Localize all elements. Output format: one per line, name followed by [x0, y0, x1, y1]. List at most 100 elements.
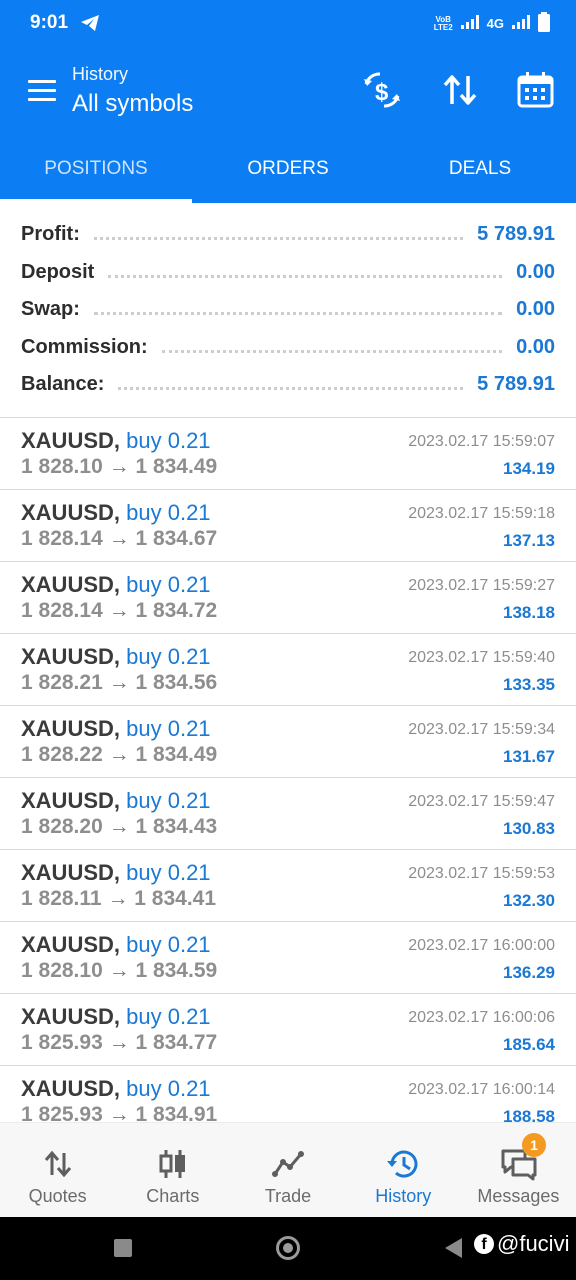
- deal-open-price: 1 828.10: [21, 455, 103, 478]
- nav-charts[interactable]: Charts: [115, 1123, 230, 1218]
- deal-symbol: XAUUSD,: [21, 1004, 121, 1029]
- deal-row[interactable]: XAUUSD, buy 0.21 1 828.11 → 1 834.41 202…: [0, 850, 576, 922]
- summary-row-swap: Swap: 0.00: [0, 291, 576, 329]
- status-time: 9:01: [30, 12, 69, 33]
- dotted-leader: [108, 267, 503, 278]
- arrow-right-icon: →: [108, 1031, 130, 1054]
- signal-icon-2: [512, 15, 530, 32]
- arrow-right-icon: →: [108, 455, 130, 478]
- summary-row-deposit: Deposit 0.00: [0, 254, 576, 292]
- deal-symbol: XAUUSD,: [21, 716, 121, 741]
- deal-prices: 1 828.14 → 1 834.67: [21, 527, 217, 551]
- facebook-icon: f: [474, 1234, 494, 1254]
- deal-row[interactable]: XAUUSD, buy 0.21 1 828.20 → 1 834.43 202…: [0, 778, 576, 850]
- deal-prices: 1 828.10 → 1 834.49: [21, 455, 217, 479]
- quotes-icon: [41, 1147, 75, 1181]
- menu-icon[interactable]: [28, 80, 56, 102]
- summary-row-commission: Commission: 0.00: [0, 329, 576, 367]
- deal-row[interactable]: XAUUSD, buy 0.21 1 828.10 → 1 834.59 202…: [0, 922, 576, 994]
- deal-action: buy 0.21: [126, 1004, 211, 1029]
- signal-icon: [460, 15, 479, 32]
- deal-profit: 131.67: [503, 747, 555, 766]
- sort-icon[interactable]: [440, 70, 480, 110]
- deal-open-price: 1 828.10: [21, 959, 103, 982]
- tab-deals[interactable]: DEALS: [384, 148, 576, 203]
- arrow-right-icon: →: [107, 887, 129, 910]
- deal-time: 2023.02.17 15:59:40: [408, 649, 555, 666]
- header-subtitle: History: [72, 64, 129, 84]
- arrow-right-icon: →: [108, 671, 130, 694]
- charts-icon: [156, 1147, 190, 1181]
- deal-action: buy 0.21: [126, 932, 211, 957]
- nav-quotes[interactable]: Quotes: [0, 1123, 115, 1218]
- battery-icon: [538, 12, 550, 35]
- deal-action: buy 0.21: [126, 1076, 211, 1101]
- tab-positions[interactable]: POSITIONS: [0, 148, 192, 203]
- deal-symbol-line: XAUUSD, buy 0.21: [21, 860, 211, 886]
- summary-section: Profit: 5 789.91 Deposit 0.00 Swap: 0.00…: [0, 216, 576, 404]
- messages-badge: 1: [522, 1133, 547, 1157]
- deal-profit: 185.64: [503, 1035, 555, 1054]
- app-header: 9:01 VoB LTE2 4G History All symbols $ P…: [0, 0, 576, 203]
- status-bar: 9:01 VoB LTE2 4G: [0, 0, 576, 48]
- dotted-leader: [93, 229, 464, 241]
- deal-row[interactable]: XAUUSD, buy 0.21 1 825.93 → 1 834.77 202…: [0, 994, 576, 1066]
- nav-history[interactable]: History: [346, 1123, 461, 1218]
- nav-history-label: History: [375, 1186, 432, 1206]
- deal-symbol-line: XAUUSD, buy 0.21: [21, 716, 211, 742]
- deal-close-price: 1 834.77: [135, 1031, 218, 1054]
- deal-symbol: XAUUSD,: [21, 932, 121, 957]
- deal-row[interactable]: XAUUSD, buy 0.21 1 828.22 → 1 834.49 202…: [0, 706, 576, 778]
- deal-symbol-line: XAUUSD, buy 0.21: [21, 788, 211, 814]
- deal-close-price: 1 834.49: [135, 743, 218, 766]
- deal-close-price: 1 834.67: [135, 527, 218, 550]
- deal-symbol: XAUUSD,: [21, 1076, 121, 1101]
- deal-row[interactable]: XAUUSD, buy 0.21 1 828.14 → 1 834.72 202…: [0, 562, 576, 634]
- deal-time: 2023.02.17 16:00:00: [408, 937, 555, 954]
- deal-action: buy 0.21: [126, 716, 211, 741]
- nav-charts-label: Charts: [146, 1186, 200, 1206]
- deal-profit: 133.35: [503, 675, 555, 694]
- deal-close-price: 1 834.59: [135, 959, 218, 982]
- page-title[interactable]: All symbols: [72, 90, 193, 118]
- swap-label: Swap:: [21, 298, 80, 321]
- recents-icon[interactable]: [114, 1239, 132, 1257]
- deal-row[interactable]: XAUUSD, buy 0.21 1 828.10 → 1 834.49 202…: [0, 418, 576, 490]
- deal-close-price: 1 834.41: [134, 887, 217, 910]
- dotted-leader: [161, 342, 503, 353]
- deal-time: 2023.02.17 15:59:53: [408, 865, 555, 882]
- back-icon[interactable]: [445, 1238, 462, 1258]
- home-icon[interactable]: [276, 1236, 300, 1260]
- deal-prices: 1 828.21 → 1 834.56: [21, 671, 217, 695]
- arrow-right-icon: →: [108, 815, 130, 838]
- tab-bar: POSITIONS ORDERS DEALS: [0, 148, 576, 203]
- deal-open-price: 1 828.22: [21, 743, 103, 766]
- currency-exchange-icon[interactable]: $: [362, 70, 402, 110]
- deals-list: XAUUSD, buy 0.21 1 828.10 → 1 834.49 202…: [0, 418, 576, 1138]
- deposit-label: Deposit: [21, 260, 95, 283]
- watermark-text: @fucivi: [497, 1231, 570, 1256]
- deal-row[interactable]: XAUUSD, buy 0.21 1 828.21 → 1 834.56 202…: [0, 634, 576, 706]
- summary-row-profit: Profit: 5 789.91: [0, 216, 576, 254]
- nav-messages-label: Messages: [477, 1186, 560, 1206]
- calendar-icon[interactable]: [516, 70, 556, 110]
- deal-prices: 1 828.10 → 1 834.59: [21, 959, 217, 983]
- deal-row[interactable]: XAUUSD, buy 0.21 1 828.14 → 1 834.67 202…: [0, 490, 576, 562]
- deal-time: 2023.02.17 15:59:07: [408, 433, 555, 450]
- commission-label: Commission:: [21, 335, 148, 358]
- deal-profit: 132.30: [503, 891, 555, 910]
- nav-quotes-label: Quotes: [28, 1186, 87, 1206]
- tab-orders[interactable]: ORDERS: [192, 148, 384, 203]
- telegram-icon: [80, 14, 100, 37]
- deposit-value: 0.00: [516, 260, 555, 283]
- deal-close-price: 1 834.72: [135, 599, 218, 622]
- deal-symbol: XAUUSD,: [21, 788, 121, 813]
- deal-prices: 1 828.11 → 1 834.41: [21, 887, 216, 911]
- deal-action: buy 0.21: [126, 428, 211, 453]
- deal-time: 2023.02.17 15:59:18: [408, 505, 555, 522]
- nav-trade[interactable]: Trade: [230, 1123, 345, 1218]
- deal-symbol-line: XAUUSD, buy 0.21: [21, 1004, 211, 1030]
- nav-messages[interactable]: 1 Messages: [461, 1123, 576, 1218]
- deal-profit: 130.83: [503, 819, 555, 838]
- deal-prices: 1 828.20 → 1 834.43: [21, 815, 217, 839]
